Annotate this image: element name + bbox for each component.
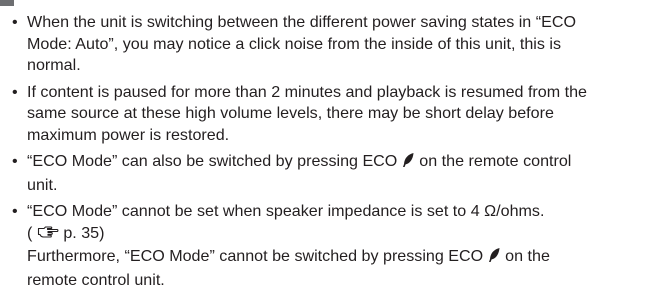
page-reference: ( p. 35) xyxy=(27,223,667,247)
note-text-line: normal. xyxy=(27,56,81,74)
note-text-line: remote control unit. xyxy=(27,270,165,289)
note-text-line: unit. xyxy=(27,175,58,194)
note-text: Furthermore, “ECO Mode” cannot be switch… xyxy=(27,247,484,265)
note-item: • “ECO Mode” cannot be set when speaker … xyxy=(12,201,667,291)
note-text: on the xyxy=(505,247,550,265)
bullet: • xyxy=(12,13,18,31)
leaf-icon xyxy=(488,247,501,270)
reference-page-text: p. 35) xyxy=(63,223,105,242)
note-text-line: maximum power is restored. xyxy=(27,125,230,144)
note-marker xyxy=(0,0,14,6)
note-text-line: “ECO Mode” can also be switched by press… xyxy=(27,151,667,175)
note-text-line: Furthermore, “ECO Mode” cannot be switch… xyxy=(27,246,667,270)
note-text-line: If content is paused for more than 2 min… xyxy=(27,82,587,101)
leaf-icon xyxy=(402,152,415,175)
pointing-hand-icon xyxy=(37,224,59,247)
note-item: • If content is paused for more than 2 m… xyxy=(12,82,667,147)
note-text: “ECO Mode” can also be switched by press… xyxy=(27,152,398,170)
notes-list: • When the unit is switching between the… xyxy=(12,12,667,296)
note-item: • “ECO Mode” can also be switched by pre… xyxy=(12,151,667,196)
note-text-line: “ECO Mode” cannot be set when speaker im… xyxy=(27,202,545,220)
reference-open-paren: ( xyxy=(27,223,33,242)
note-text-line: same source at these high volume levels,… xyxy=(27,104,554,122)
bullet: • xyxy=(12,82,18,101)
note-text-line: Mode: Auto”, you may notice a click nois… xyxy=(27,34,562,53)
note-text-line: When the unit is switching between the d… xyxy=(27,13,576,31)
bullet: • xyxy=(12,202,18,220)
note-text: on the remote control xyxy=(419,152,572,170)
note-item: • When the unit is switching between the… xyxy=(12,12,667,77)
bullet: • xyxy=(12,152,18,170)
